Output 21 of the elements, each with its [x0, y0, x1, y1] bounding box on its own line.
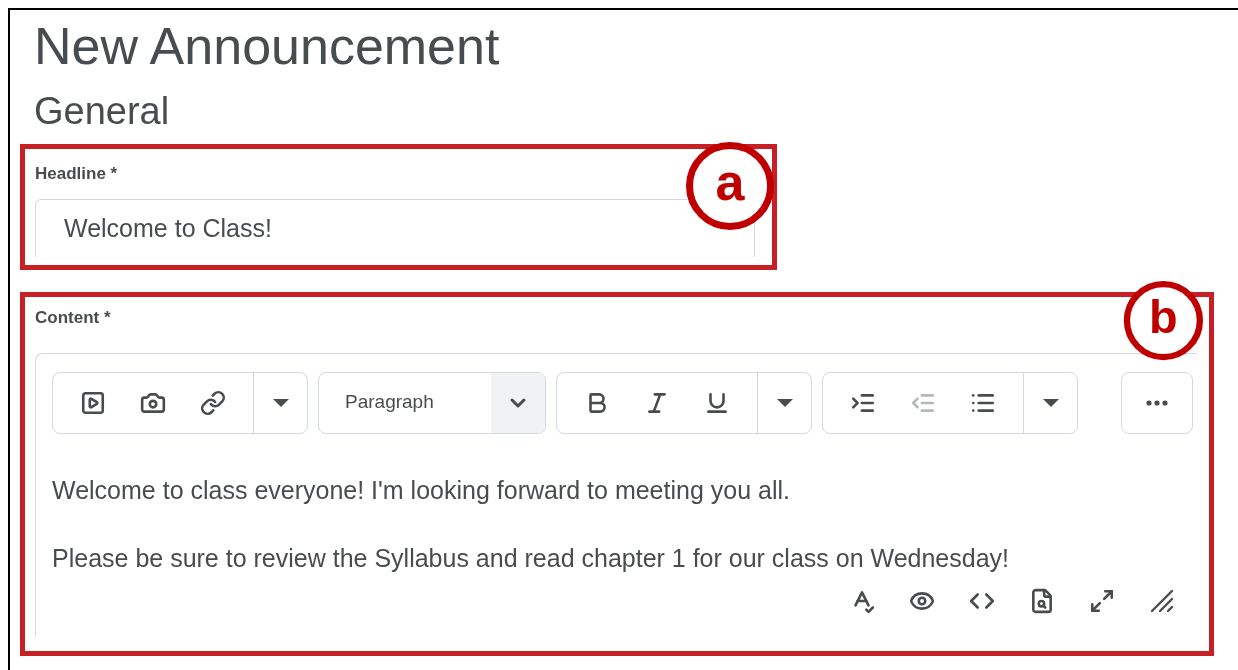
format-dropdown[interactable]: Paragraph: [318, 371, 546, 434]
editor-tool-button[interactable]: [1029, 587, 1055, 614]
caret-icon: [775, 397, 794, 408]
caret-icon: [271, 397, 290, 408]
resize-handle-icon[interactable]: [1149, 587, 1175, 614]
field-label: Headline *: [35, 163, 118, 185]
section-heading: General: [33, 92, 171, 130]
field-label: Content *: [35, 307, 111, 329]
document-search-icon: [1029, 587, 1055, 614]
page-title: New Announcement: [33, 16, 501, 72]
link-icon: [200, 389, 226, 416]
caret-icon: [1041, 397, 1060, 408]
content-paragraph: Welcome to class everyone! I'm looking forward to meeting you all.: [52, 474, 791, 506]
content-paragraph: Please be sure to review the Syllabus and read chapter 1 for our class on Wednesday!: [52, 542, 1011, 574]
format-value: Paragraph: [344, 390, 435, 415]
editor-tool-button[interactable]: [1089, 587, 1115, 614]
ellipsis-icon: [1146, 399, 1168, 406]
callout-marker: a: [686, 142, 774, 230]
fullscreen-icon: [1089, 587, 1115, 614]
play-icon: [80, 389, 106, 416]
callout-marker: b: [1123, 281, 1203, 361]
